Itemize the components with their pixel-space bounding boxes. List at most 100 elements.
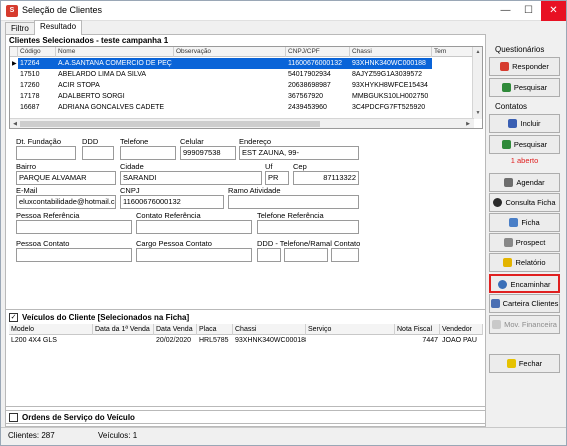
pessoa-contato-field[interactable] (16, 248, 132, 262)
telefone-contato-field[interactable] (284, 248, 328, 262)
endereco-label: Endereço (239, 137, 272, 146)
ddd-field[interactable] (82, 146, 114, 160)
col-chassi-header[interactable]: Chassi (233, 324, 306, 335)
cell-codigo: 16687 (20, 104, 40, 111)
encaminhar-button[interactable]: Encaminhar (489, 274, 560, 293)
vehicle-row[interactable]: L200 4X4 GLS 20/02/2020 HRL5785 93XHNK34… (9, 335, 483, 347)
pesquisar-questionario-button[interactable]: Pesquisar (489, 78, 560, 97)
cargo-pessoa-contato-label: Cargo Pessoa Contato (136, 239, 212, 248)
cidade-field[interactable]: SARANDI (120, 171, 262, 185)
pessoa-referencia-label: Pessoa Referência (16, 211, 80, 220)
telefone-field[interactable] (120, 146, 176, 160)
email-field[interactable]: eluxcontabilidade@hotmail.cc (16, 195, 116, 209)
col-vendedor-header[interactable]: Vendedor (440, 324, 483, 335)
telefone-referencia-field[interactable] (257, 220, 359, 234)
clients-horizontal-scrollbar[interactable]: ◀ ▶ (10, 118, 474, 128)
pessoa-referencia-field[interactable] (16, 220, 132, 234)
col-placa-header[interactable]: Placa (197, 324, 233, 335)
close-button[interactable]: ✕ (541, 1, 566, 21)
cell-nome: ACIR STOPA (58, 82, 100, 89)
cell-observacao (174, 102, 286, 113)
ramo-atividade-label: Ramo Atividade (228, 186, 281, 195)
cell-codigo: 17178 (20, 93, 40, 100)
celular-field[interactable]: 999097538 (180, 146, 236, 160)
uf-field[interactable]: PR (265, 171, 289, 185)
cell-nome: A.A.SANTANA COMERCIO DE PEÇ (56, 58, 174, 69)
col-nota-fiscal-header[interactable]: Nota Fiscal (395, 324, 440, 335)
cell-observacao (174, 58, 286, 69)
endereco-field[interactable]: EST ZAUNA, 99- (239, 146, 359, 160)
prospect-label: Prospect (515, 238, 546, 247)
celular-label: Celular (180, 137, 204, 146)
uf-label: Uf (265, 162, 273, 171)
telefone-label: Telefone (120, 137, 149, 146)
service-orders-checkbox[interactable] (9, 413, 18, 422)
mov-financeira-button[interactable]: Mov. Financeira (489, 315, 560, 334)
report-icon (503, 257, 513, 267)
table-row[interactable]: 17178 ADALBERTO SORGI 367567920 MMBGUKS1… (10, 91, 482, 102)
col-modelo-header[interactable]: Modelo (9, 324, 93, 335)
cep-field[interactable]: 87113322 (293, 171, 359, 185)
col-servico-header[interactable]: Serviço (306, 324, 395, 335)
scroll-up-icon[interactable]: ▲ (474, 48, 482, 56)
search-icon (501, 82, 511, 92)
agendar-button[interactable]: Agendar (489, 173, 560, 192)
cell-chassi: 93XHNK340WC000188 (350, 58, 432, 69)
col-cnpj-header[interactable]: CNPJ/CPF (286, 47, 350, 57)
scroll-down-icon[interactable]: ▼ (474, 109, 482, 117)
pesquisar-contato-button[interactable]: Pesquisar (489, 135, 560, 154)
vehicles-checkbox[interactable]: ✓ (9, 313, 18, 322)
search-icon (501, 139, 511, 149)
clients-vertical-scrollbar[interactable]: ▲ ▼ (472, 47, 482, 119)
contato-referencia-field[interactable] (136, 220, 252, 234)
dt-fundacao-field[interactable] (16, 146, 76, 160)
maximize-button[interactable]: ☐ (517, 1, 540, 21)
table-row[interactable]: ▶ 17264 A.A.SANTANA COMERCIO DE PEÇ 1160… (10, 58, 482, 69)
tab-resultado[interactable]: Resultado (34, 20, 83, 35)
table-row[interactable]: 17260 ACIR STOPA 20638698987 93XHYKH8WFC… (10, 80, 482, 91)
ficha-button[interactable]: Ficha (489, 213, 560, 232)
bairro-field[interactable]: PARQUE ALVAMAR (16, 171, 116, 185)
cell-placa: HRL5785 (199, 337, 229, 344)
ficha-label: Ficha (521, 218, 540, 227)
col-codigo-header[interactable]: Código (18, 47, 56, 57)
horizontal-scroll-thumb[interactable] (20, 121, 320, 127)
vehicles-panel: ✓ Veículos do Cliente [Selecionados na F… (5, 309, 486, 407)
prospect-button[interactable]: Prospect (489, 233, 560, 252)
scroll-right-icon[interactable]: ▶ (464, 120, 472, 128)
col-data-venda-header[interactable]: Data Venda (154, 324, 197, 335)
minimize-button[interactable]: — (494, 1, 517, 21)
title-bar: S Seleção de Clientes — ☐ ✕ (1, 1, 566, 21)
table-row[interactable]: 16687 ADRIANA GONCALVES CADETE 243945396… (10, 102, 482, 113)
email-label: E-Mail (16, 186, 38, 195)
cell-cnpj: 54017902934 (288, 71, 331, 78)
client-selection-window: S Seleção de Clientes — ☐ ✕ Filtro Resul… (0, 0, 567, 446)
ramal-contato-field[interactable] (331, 248, 359, 262)
col-observacao-header[interactable]: Observação (174, 47, 286, 57)
window-title: Seleção de Clientes (22, 5, 103, 15)
col-nome-header[interactable]: Nome (56, 47, 174, 57)
responder-button[interactable]: Responder (489, 57, 560, 76)
clients-grid[interactable]: Código Nome Observação CNPJ/CPF Chassi T… (9, 46, 483, 129)
col-tem-header[interactable]: Tem (432, 47, 474, 57)
fechar-button[interactable]: Fechar (489, 354, 560, 373)
cargo-pessoa-contato-field[interactable] (136, 248, 252, 262)
service-orders-panel: Ordens de Serviço do Veículo (5, 410, 486, 424)
col-chassi-header[interactable]: Chassi (350, 47, 432, 57)
table-row[interactable]: 17510 ABELARDO LIMA DA SILVA 54017902934… (10, 69, 482, 80)
incluir-contato-button[interactable]: Incluir (489, 114, 560, 133)
cep-label: Cep (293, 162, 307, 171)
cnpj-field[interactable]: 11600676000132 (120, 195, 224, 209)
cell-codigo: 17260 (20, 82, 40, 89)
wallet-icon (490, 298, 500, 308)
dt-fundacao-label: Dt. Fundação (16, 137, 62, 146)
relatorio-button[interactable]: Relatório (489, 253, 560, 272)
scroll-left-icon[interactable]: ◀ (11, 120, 19, 128)
ramo-atividade-field[interactable] (228, 195, 359, 209)
cell-chassi: 93XHYKH8WFCE15434 (352, 82, 428, 89)
col-data-primeira-venda-header[interactable]: Data da 1ª Venda (93, 324, 154, 335)
contato-referencia-label: Contato Referência (136, 211, 201, 220)
consulta-ficha-button[interactable]: Consulta Ficha (489, 193, 560, 212)
carteira-clientes-button[interactable]: Carteira Clientes (489, 294, 560, 313)
ddd-contato-field[interactable] (257, 248, 281, 262)
